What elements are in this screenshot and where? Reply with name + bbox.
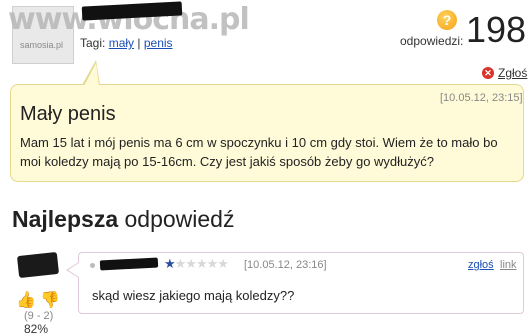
rating-star-empty: ★★★★★	[174, 256, 229, 271]
tags-line: Tagi: mały | penis	[80, 36, 173, 50]
question-body: Mam 15 lat i mój penis ma 6 cm w spoczyn…	[20, 135, 498, 169]
thumbs-down-icon[interactable]: 👎	[40, 290, 60, 310]
vote-count: (9 - 2)	[24, 310, 54, 322]
tags-label: Tagi:	[80, 36, 106, 50]
avatar-label: samosia.pl	[20, 40, 64, 50]
best-answer-heading: Najlepsza odpowiedź	[12, 206, 234, 233]
tag-link-penis[interactable]: penis	[144, 36, 173, 50]
answer-permalink[interactable]: link	[500, 259, 517, 271]
answer-tail-fill	[68, 263, 79, 277]
report-question-button[interactable]: ✕ Zgłoś	[482, 66, 527, 80]
rating-star-filled: ★	[164, 256, 176, 271]
close-icon: ✕	[482, 67, 494, 79]
report-answer-link[interactable]: zgłoś	[468, 259, 494, 271]
status-dot	[90, 263, 95, 268]
rating-stars: ★★★★★★	[164, 256, 229, 272]
question-date: [10.05.12, 23:15]	[440, 92, 523, 104]
speech-tail-fill	[84, 63, 99, 86]
question-icon: ?	[437, 10, 457, 30]
thumbs-up-icon[interactable]: 👍	[16, 290, 36, 310]
answers-label: odpowiedzi:	[400, 34, 464, 48]
best-heading-bold: Najlepsza	[12, 206, 119, 232]
tag-link-maly[interactable]: mały	[109, 36, 134, 50]
answer-body: skąd wiesz jakiego mają koledzy??	[92, 288, 295, 303]
answerer-avatar[interactable]	[16, 251, 60, 279]
question-title: Mały penis	[20, 103, 116, 125]
answer-date: [10.05.12, 23:16]	[244, 259, 327, 271]
answers-count: 198	[466, 9, 527, 50]
best-heading-rest: odpowiedź	[124, 206, 235, 232]
report-label: Zgłoś	[498, 66, 528, 80]
